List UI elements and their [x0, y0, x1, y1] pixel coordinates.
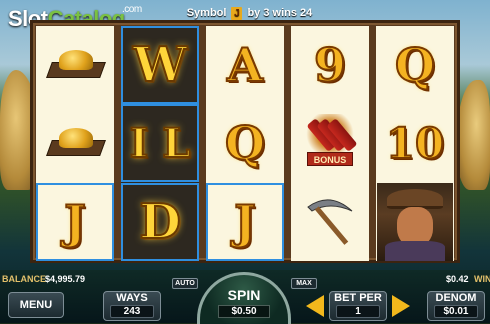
j-symbol: J: [36, 183, 114, 261]
miner-symbol: [376, 183, 454, 261]
q-symbol: Q: [394, 37, 436, 93]
win-message-prefix: Symbol: [186, 7, 227, 19]
autoplay-button[interactable]: AUTO: [172, 278, 198, 289]
max-bet-button[interactable]: MAX: [291, 278, 317, 289]
pickaxe-symbol: [291, 183, 369, 261]
denom-value: $0.01: [433, 305, 479, 318]
bonus-banner: BONUS: [307, 152, 353, 166]
bet-per-value: 1: [335, 305, 381, 318]
reel-1: J: [36, 26, 114, 261]
bet-decrease-arrow-icon[interactable]: [306, 295, 324, 317]
q-symbol: Q: [224, 115, 266, 171]
dynamite-icon: BONUS: [302, 114, 358, 172]
miner-icon: [377, 183, 453, 261]
balance-label: BALANCE: [2, 274, 46, 284]
ways-label: WAYS: [116, 292, 148, 304]
win-label: WIN: [474, 274, 490, 284]
j-symbol: J: [206, 183, 284, 261]
ways-value: 243: [109, 305, 155, 318]
win-message-suffix: by 3 wins 24: [247, 7, 313, 19]
gold-pile-icon: [45, 126, 106, 160]
gold-rocks-right: [456, 80, 490, 190]
nine-symbol: 9: [313, 37, 347, 93]
denomination-button[interactable]: DENOM $0.01: [427, 291, 485, 321]
wild-symbol-d: D: [121, 183, 199, 261]
reel-frame: J W I L D A Q J 9 BONUS Q 10: [30, 20, 460, 263]
wild-symbol-w: W: [121, 26, 199, 104]
spin-label: SPIN: [227, 287, 261, 303]
bet-increase-arrow-icon[interactable]: [392, 295, 410, 317]
a-symbol: A: [226, 37, 264, 93]
total-bet-value: $0.50: [218, 305, 270, 318]
win-value: $0.42: [446, 274, 469, 284]
dynamite-bonus-symbol: BONUS: [291, 104, 369, 182]
gold-pile-symbol: [36, 104, 114, 182]
menu-button[interactable]: MENU: [8, 292, 64, 318]
ways-display: WAYS 243: [103, 291, 161, 321]
reel-5: Q 10: [376, 26, 454, 261]
reel-2-wild: W I L D: [121, 26, 199, 261]
reel-4: 9 BONUS: [291, 26, 369, 261]
wild-symbol-il: I L: [121, 104, 199, 182]
gold-pile-symbol: [36, 26, 114, 104]
ten-symbol: 10: [385, 118, 445, 169]
bet-per-display: BET PER 1: [329, 291, 387, 321]
gold-pile-icon: [45, 48, 106, 82]
balance-value: $4,995.79: [45, 274, 86, 284]
denom-label: DENOM: [435, 292, 477, 304]
pickaxe-icon: [307, 199, 353, 245]
symbol-j-icon: J: [231, 6, 243, 20]
reel-3: A Q J: [206, 26, 284, 261]
bet-per-label: BET PER: [334, 292, 382, 304]
